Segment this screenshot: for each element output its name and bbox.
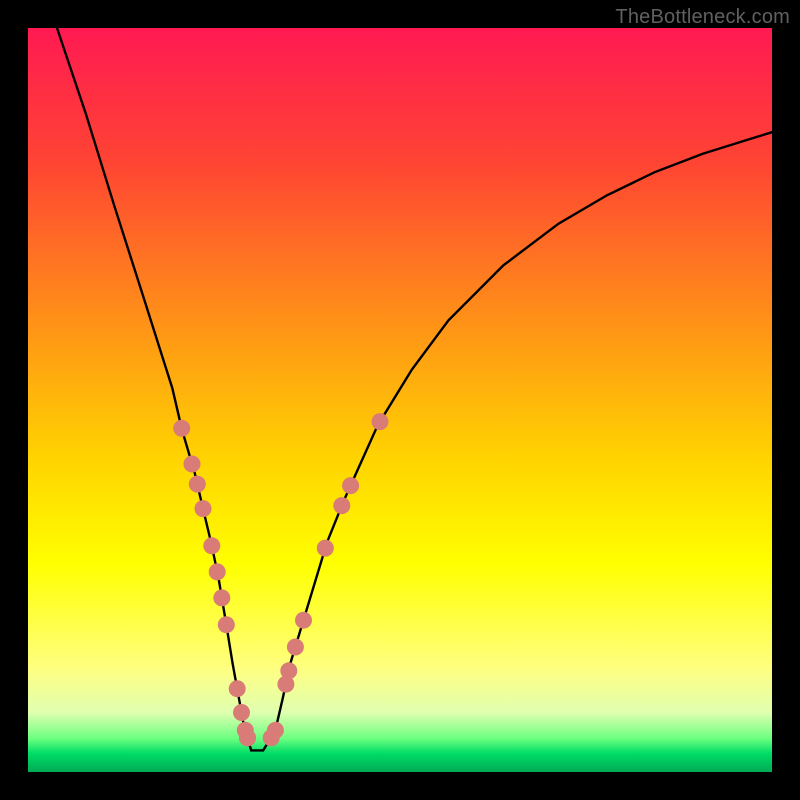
bottleneck-curve-line — [57, 28, 772, 750]
chart-overlay — [28, 28, 772, 772]
curve-marker-dot — [295, 612, 312, 629]
curve-marker-dot — [287, 639, 304, 656]
curve-marker-dot — [333, 497, 350, 514]
curve-marker-dot — [372, 413, 389, 430]
curve-marker-dot — [267, 722, 284, 739]
curve-marker-dot — [203, 537, 220, 554]
curve-marker-dot — [239, 729, 256, 746]
curve-marker-dot — [173, 420, 190, 437]
curve-marker-dot — [213, 589, 230, 606]
curve-marker-dot — [189, 476, 206, 493]
watermark-text: TheBottleneck.com — [615, 6, 790, 29]
curve-marker-dot — [280, 662, 297, 679]
curve-marker-dot — [229, 680, 246, 697]
curve-marker-dot — [209, 563, 226, 580]
curve-marker-dot — [195, 500, 212, 517]
curve-marker-dot — [218, 616, 235, 633]
curve-marker-dot — [233, 704, 250, 721]
curve-marker-dot — [184, 456, 201, 473]
chart-plot-area — [28, 28, 772, 772]
curve-marker-dot — [342, 477, 359, 494]
bottleneck-curve-markers — [173, 413, 388, 746]
curve-marker-dot — [317, 540, 334, 557]
